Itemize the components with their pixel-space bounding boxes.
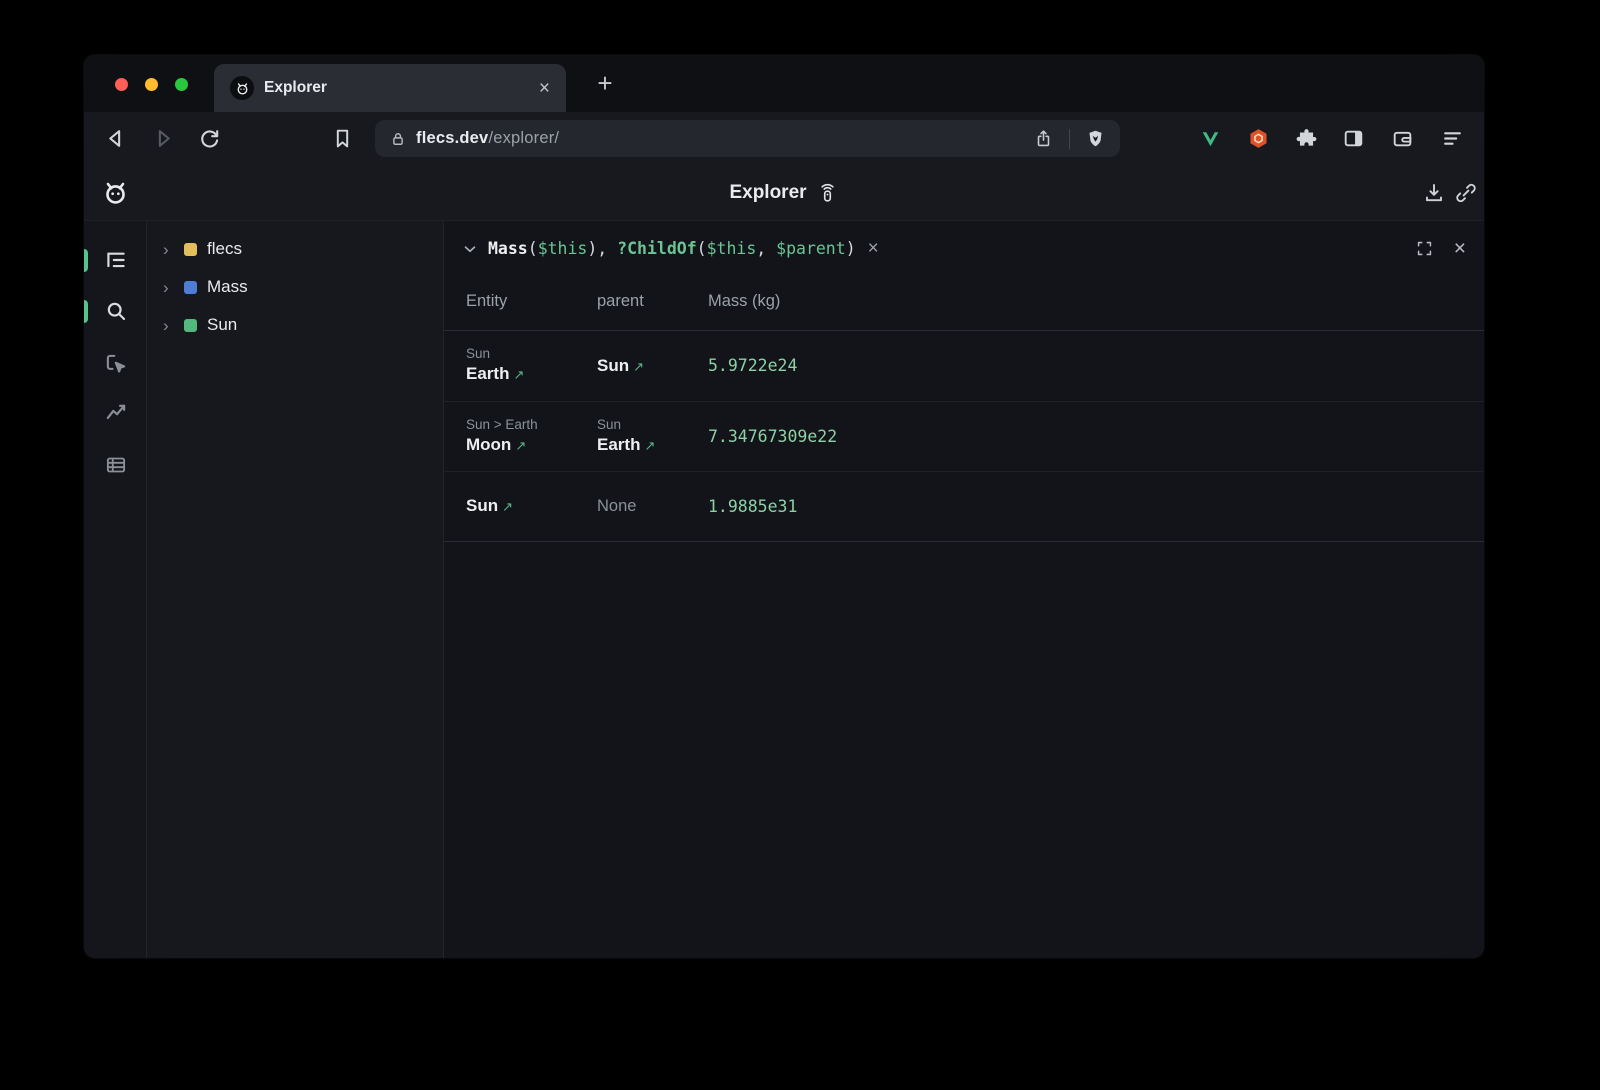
- url-text: flecs.dev/explorer/: [416, 129, 559, 148]
- query-expression[interactable]: Mass($this), ?ChildOf($this, $parent): [488, 239, 856, 258]
- browser-window: Explorer × + fle: [84, 55, 1484, 958]
- query-close-icon[interactable]: ×: [1454, 238, 1466, 259]
- explorer-header: Explorer: [84, 165, 1484, 221]
- extensions-puzzle-icon[interactable]: [1294, 126, 1319, 151]
- tree-item-sun[interactable]: › Sun: [147, 306, 443, 344]
- hexagon-extension-icon[interactable]: [1246, 126, 1271, 151]
- minimize-window-button[interactable]: [145, 78, 158, 91]
- active-indicator: [84, 249, 88, 272]
- column-header-entity: Entity: [444, 292, 597, 311]
- parent-link[interactable]: Earth↗: [597, 433, 708, 458]
- entity-swatch: [184, 319, 197, 332]
- query-result-table: Entity parent Mass (kg) Sun Earth↗ Sun↗ …: [444, 272, 1484, 542]
- sidebar-toggle-icon[interactable]: [1341, 126, 1366, 151]
- open-link-icon: ↗: [515, 439, 526, 454]
- parent-none: None: [597, 497, 636, 515]
- table-row: Sun Earth↗ Sun↗ 5.9722e24: [444, 331, 1484, 402]
- query-variable: $parent: [776, 239, 846, 258]
- tree-item-label: Sun: [207, 315, 237, 335]
- expand-fullscreen-icon[interactable]: [1415, 239, 1434, 258]
- entity-parent-path: Sun > Earth: [466, 416, 597, 433]
- table-header-row: Entity parent Mass (kg): [444, 272, 1484, 331]
- mass-value: 1.9885e31: [708, 497, 797, 516]
- inspect-icon[interactable]: [103, 351, 129, 377]
- browser-titlebar: Explorer × +: [84, 55, 1484, 112]
- column-header-mass: Mass (kg): [708, 292, 1484, 311]
- entity-link[interactable]: Moon↗: [466, 433, 597, 458]
- forward-button[interactable]: [151, 126, 176, 151]
- entity-parent-path: Sun: [466, 345, 597, 362]
- vue-devtools-extension-icon[interactable]: [1198, 126, 1223, 151]
- reload-button[interactable]: [197, 126, 222, 151]
- stats-chart-icon[interactable]: [103, 399, 129, 425]
- mass-value: 7.34767309e22: [708, 427, 837, 446]
- back-button[interactable]: [103, 126, 128, 151]
- explorer-main: › flecs › Mass › Sun Mass($this), ?Chi: [84, 221, 1484, 958]
- chevron-down-icon[interactable]: [461, 240, 479, 258]
- tree-item-mass[interactable]: › Mass: [147, 268, 443, 306]
- share-icon[interactable]: [1033, 128, 1054, 149]
- brave-shield-icon[interactable]: [1085, 128, 1106, 149]
- commands-table-icon[interactable]: [103, 452, 129, 478]
- component-swatch: [184, 281, 197, 294]
- entity-link[interactable]: Earth↗: [466, 362, 597, 387]
- open-link-icon: ↗: [513, 368, 524, 383]
- icon-rail: [84, 221, 147, 958]
- module-swatch: [184, 243, 197, 256]
- query-header-actions: ×: [1415, 238, 1466, 259]
- open-link-icon: ↗: [502, 500, 513, 515]
- query-term: Mass: [488, 239, 528, 258]
- page-title-group: Explorer: [84, 165, 1484, 221]
- parent-link[interactable]: Sun↗: [597, 354, 708, 379]
- query-header: Mass($this), ?ChildOf($this, $parent) × …: [444, 221, 1484, 272]
- browser-toolbar: flecs.dev/explorer/: [84, 112, 1484, 165]
- maximize-window-button[interactable]: [175, 78, 188, 91]
- mass-value: 5.9722e24: [708, 356, 797, 375]
- entity-tree-panel: › flecs › Mass › Sun: [147, 221, 444, 958]
- active-indicator: [84, 300, 88, 323]
- new-tab-button[interactable]: +: [590, 69, 620, 99]
- page-title: Explorer: [729, 182, 806, 204]
- table-row: Sun > Earth Moon↗ Sun Earth↗ 7.34767309e…: [444, 402, 1484, 472]
- query-variable: $this: [707, 239, 757, 258]
- tree-item-flecs[interactable]: › flecs: [147, 230, 443, 268]
- browser-tab-explorer[interactable]: Explorer ×: [214, 64, 566, 112]
- wallet-icon[interactable]: [1390, 126, 1415, 151]
- url-host: flecs.dev: [416, 129, 488, 147]
- open-link-icon: ↗: [633, 360, 644, 375]
- query-variable: $this: [538, 239, 588, 258]
- connection-remote-icon[interactable]: [816, 182, 839, 205]
- column-header-parent: parent: [597, 292, 708, 311]
- tab-close-icon[interactable]: ×: [539, 79, 550, 98]
- query-panel: Mass($this), ?ChildOf($this, $parent) × …: [444, 221, 1484, 958]
- url-bar[interactable]: flecs.dev/explorer/: [375, 120, 1120, 157]
- table-row: Sun↗ None 1.9885e31: [444, 472, 1484, 542]
- tree-item-label: Mass: [207, 277, 248, 297]
- tab-title: Explorer: [264, 79, 327, 97]
- close-window-button[interactable]: [115, 78, 128, 91]
- urlbar-divider: [1069, 129, 1070, 149]
- parent-path: Sun: [597, 416, 708, 433]
- query-search-icon[interactable]: [103, 298, 129, 324]
- open-link-icon: ↗: [644, 439, 655, 454]
- entities-tree-icon[interactable]: [103, 247, 129, 273]
- bookmark-icon[interactable]: [330, 126, 355, 151]
- chevron-right-icon[interactable]: ›: [163, 279, 179, 296]
- url-path: /explorer/: [488, 129, 559, 147]
- flecs-favicon-icon: [230, 76, 254, 100]
- chevron-right-icon[interactable]: ›: [163, 241, 179, 258]
- lock-icon: [389, 130, 407, 148]
- query-clear-icon[interactable]: ×: [868, 239, 879, 258]
- entity-link[interactable]: Sun↗: [466, 494, 597, 519]
- link-icon[interactable]: [1454, 181, 1478, 205]
- tree-item-label: flecs: [207, 239, 242, 259]
- menu-icon[interactable]: [1440, 126, 1465, 151]
- query-term: ?ChildOf: [617, 239, 696, 258]
- download-icon[interactable]: [1422, 181, 1446, 205]
- chevron-right-icon[interactable]: ›: [163, 317, 179, 334]
